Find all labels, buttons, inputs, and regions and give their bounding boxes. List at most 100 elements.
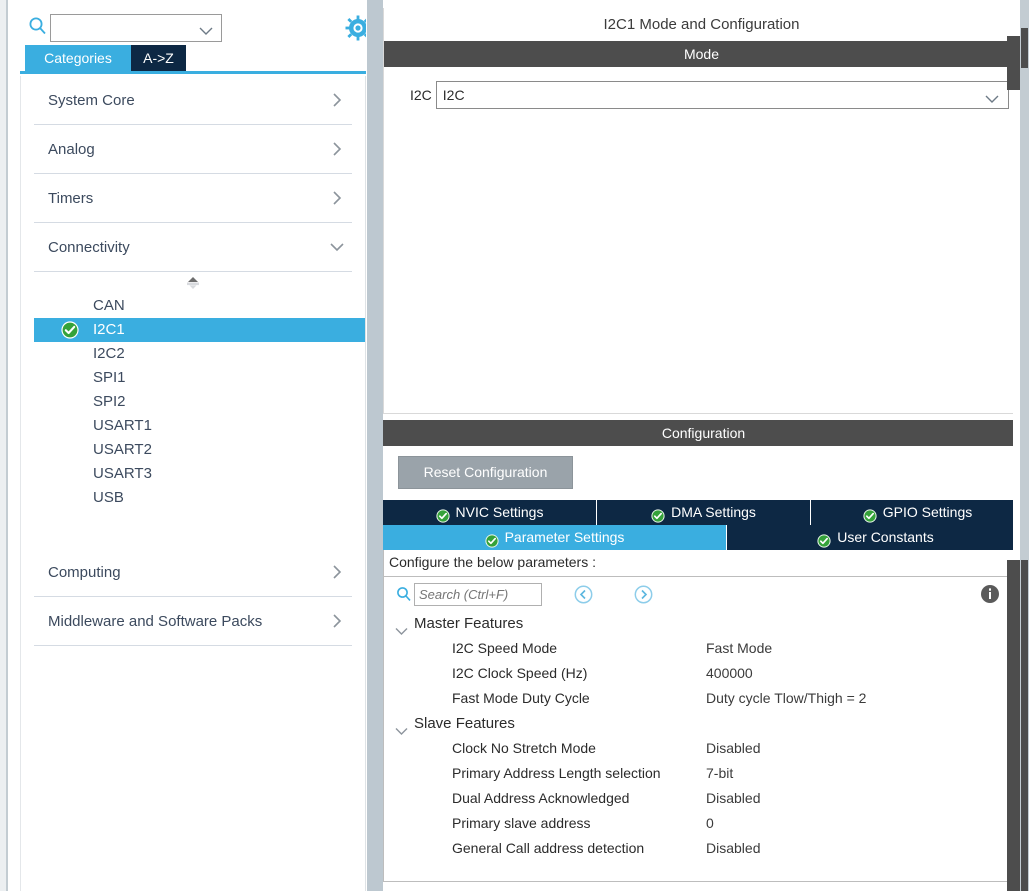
parameter-name: Clock No Stretch Mode bbox=[384, 736, 706, 761]
search-icon bbox=[396, 586, 412, 602]
chevron-right-icon bbox=[326, 187, 348, 209]
peripheral-label: USB bbox=[93, 489, 124, 506]
parameter-row-i2c-clock-speed[interactable]: I2C Clock Speed (Hz) 400000 bbox=[384, 661, 1023, 686]
config-panel-scroll-indicator bbox=[1007, 560, 1021, 891]
connectivity-peripheral-list: CAN I2C1 I2C2 SPI1 bbox=[21, 294, 365, 510]
parameter-name: I2C Speed Mode bbox=[384, 636, 706, 661]
tab-dma-settings[interactable]: DMA Settings bbox=[597, 500, 811, 525]
reset-area: Reset Configuration bbox=[383, 446, 1024, 500]
collapse-handle-icon bbox=[184, 276, 202, 290]
parameter-name: Primary Address Length selection bbox=[384, 761, 706, 786]
sidebar-category-label: Middleware and Software Packs bbox=[34, 613, 326, 630]
sidebar-category-system-core[interactable]: System Core bbox=[34, 76, 352, 125]
info-icon[interactable] bbox=[980, 584, 1000, 604]
peripheral-item-i2c2[interactable]: I2C2 bbox=[21, 342, 365, 366]
parameter-row-general-call-address-detection[interactable]: General Call address detection Disabled bbox=[384, 836, 1023, 861]
sidebar-category-analog[interactable]: Analog bbox=[34, 125, 352, 174]
window-scrollbar-thumb-bottom[interactable] bbox=[1021, 560, 1028, 891]
parameter-value: 400000 bbox=[706, 661, 753, 686]
circle-arrow-left-icon[interactable] bbox=[574, 585, 593, 604]
chevron-right-icon bbox=[326, 561, 348, 583]
page-title: I2C1 Mode and Configuration bbox=[384, 8, 1019, 41]
sidebar-category-middleware[interactable]: Middleware and Software Packs bbox=[34, 597, 352, 646]
mode-panel-scroll-indicator bbox=[1007, 36, 1021, 90]
configuration-tabs-row-1: NVIC Settings DMA Settings bbox=[383, 500, 1024, 525]
sidebar-category-label: Analog bbox=[34, 141, 326, 158]
chevron-down-icon bbox=[985, 91, 999, 101]
main-panel: I2C1 Mode and Configuration Mode I2C I2C bbox=[383, 0, 1029, 891]
peripheral-label: I2C2 bbox=[93, 345, 125, 362]
parameter-value: Duty cycle Tlow/Thigh = 2 bbox=[706, 686, 866, 711]
peripheral-item-spi2[interactable]: SPI2 bbox=[21, 390, 365, 414]
peripheral-item-usart3[interactable]: USART3 bbox=[21, 462, 365, 486]
parameter-name: General Call address detection bbox=[384, 836, 706, 861]
parameter-row-dual-address-acknowledged[interactable]: Dual Address Acknowledged Disabled bbox=[384, 786, 1023, 811]
tab-a-to-z[interactable]: A->Z bbox=[131, 45, 186, 71]
tab-label: DMA Settings bbox=[671, 500, 756, 525]
peripheral-item-usart2[interactable]: USART2 bbox=[21, 438, 365, 462]
sidebar-category-computing[interactable]: Computing bbox=[34, 548, 352, 597]
parameter-search-input[interactable] bbox=[414, 583, 542, 606]
tab-label: Parameter Settings bbox=[505, 525, 625, 550]
tab-label: User Constants bbox=[837, 525, 933, 550]
parameter-row-fast-mode-duty-cycle[interactable]: Fast Mode Duty Cycle Duty cycle Tlow/Thi… bbox=[384, 686, 1023, 711]
peripheral-item-can[interactable]: CAN bbox=[21, 294, 365, 318]
mode-select[interactable]: I2C bbox=[436, 81, 1009, 109]
peripheral-label: SPI1 bbox=[93, 369, 126, 386]
parameter-name: I2C Clock Speed (Hz) bbox=[384, 661, 706, 686]
search-icon bbox=[28, 16, 48, 36]
tab-label: NVIC Settings bbox=[456, 500, 544, 525]
tab-categories[interactable]: Categories bbox=[25, 45, 131, 71]
check-circle-icon bbox=[485, 531, 499, 545]
configuration-card: Configuration Reset Configuration NVIC S… bbox=[383, 420, 1024, 891]
tab-nvic-settings[interactable]: NVIC Settings bbox=[383, 500, 597, 525]
parameter-value: Disabled bbox=[706, 786, 760, 811]
sidebar-search-row bbox=[20, 8, 366, 44]
sidebar-category-label: Timers bbox=[34, 190, 326, 207]
mode-card: I2C1 Mode and Configuration Mode I2C I2C bbox=[383, 8, 1020, 414]
circle-arrow-right-icon[interactable] bbox=[634, 585, 653, 604]
tab-user-constants[interactable]: User Constants bbox=[727, 525, 1024, 550]
parameter-value: Fast Mode bbox=[706, 636, 772, 661]
window-scrollbar-thumb-top[interactable] bbox=[1021, 28, 1028, 68]
tab-gpio-settings[interactable]: GPIO Settings bbox=[811, 500, 1024, 525]
check-circle-icon bbox=[817, 531, 831, 545]
check-circle-icon bbox=[651, 506, 665, 520]
tab-label: GPIO Settings bbox=[883, 500, 972, 525]
peripheral-list-collapse-handle[interactable] bbox=[21, 272, 365, 294]
peripheral-sidebar: Categories A->Z System Core Analog Timer… bbox=[0, 0, 366, 891]
peripheral-tree: System Core Analog Timers Connectivity bbox=[20, 76, 366, 891]
parameter-group-slave-features[interactable]: Slave Features bbox=[384, 711, 1023, 736]
tab-parameter-settings[interactable]: Parameter Settings bbox=[383, 525, 727, 550]
chevron-right-icon bbox=[326, 610, 348, 632]
parameter-group-master-features[interactable]: Master Features bbox=[384, 611, 1023, 636]
parameter-row-i2c-speed-mode[interactable]: I2C Speed Mode Fast Mode bbox=[384, 636, 1023, 661]
parameter-name: Dual Address Acknowledged bbox=[384, 786, 706, 811]
parameter-group-label: Slave Features bbox=[414, 715, 515, 732]
sidebar-category-label: Computing bbox=[34, 564, 326, 581]
peripheral-label: USART1 bbox=[93, 417, 152, 434]
peripheral-label: SPI2 bbox=[93, 393, 126, 410]
sidebar-category-connectivity[interactable]: Connectivity bbox=[34, 223, 352, 272]
peripheral-label: USART2 bbox=[93, 441, 152, 458]
panel-splitter[interactable] bbox=[366, 0, 383, 891]
sidebar-search-combobox[interactable] bbox=[50, 14, 222, 42]
chevron-down-icon bbox=[395, 719, 408, 728]
sidebar-category-timers[interactable]: Timers bbox=[34, 174, 352, 223]
peripheral-item-i2c1[interactable]: I2C1 bbox=[34, 318, 365, 342]
parameter-row-primary-slave-address[interactable]: Primary slave address 0 bbox=[384, 811, 1023, 836]
parameter-value: 0 bbox=[706, 811, 714, 836]
sidebar-category-label: Connectivity bbox=[34, 239, 326, 256]
peripheral-item-usb[interactable]: USB bbox=[21, 486, 365, 510]
parameter-value: Disabled bbox=[706, 836, 760, 861]
peripheral-item-usart1[interactable]: USART1 bbox=[21, 414, 365, 438]
parameter-row-primary-address-length-selection[interactable]: Primary Address Length selection 7-bit bbox=[384, 761, 1023, 786]
peripheral-item-spi1[interactable]: SPI1 bbox=[21, 366, 365, 390]
parameter-row-clock-no-stretch-mode[interactable]: Clock No Stretch Mode Disabled bbox=[384, 736, 1023, 761]
peripheral-list-spacer bbox=[21, 510, 365, 548]
reset-configuration-button[interactable]: Reset Configuration bbox=[398, 456, 573, 489]
sidebar-category-label: System Core bbox=[34, 92, 326, 109]
chevron-down-icon bbox=[199, 23, 213, 33]
configuration-tabs-row-2: Parameter Settings User Constants bbox=[383, 525, 1024, 550]
chevron-right-icon bbox=[326, 89, 348, 111]
